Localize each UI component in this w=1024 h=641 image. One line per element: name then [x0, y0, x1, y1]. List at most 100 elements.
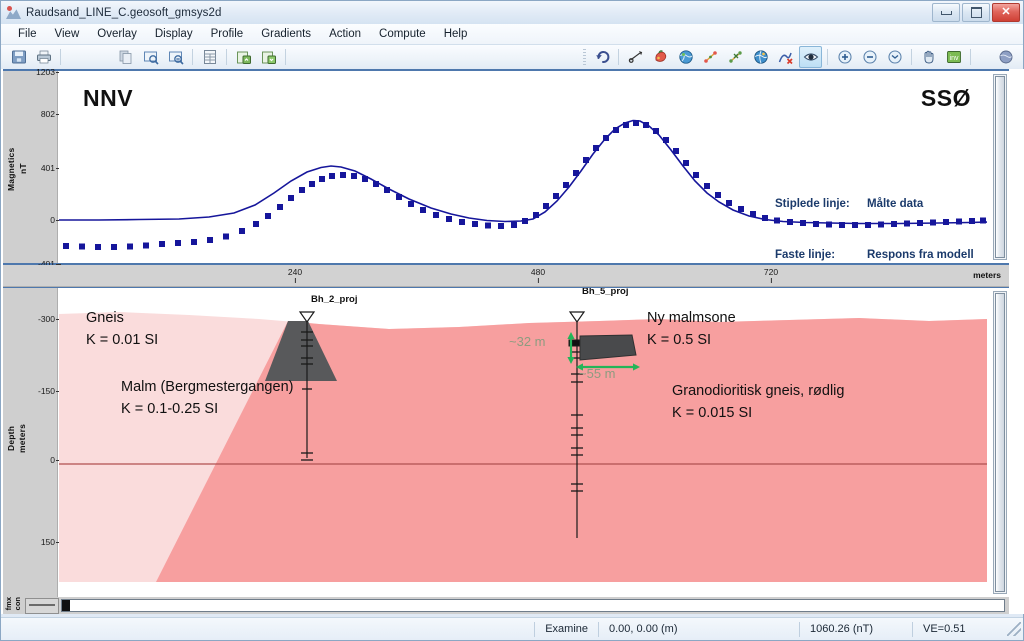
- status-coordinates: 0.00, 0.00 (m): [598, 621, 799, 637]
- zoom-out-icon[interactable]: [858, 46, 881, 68]
- x-axis-strip: 240 480 720 meters: [3, 265, 1009, 287]
- ny-malmsone-label-k: K = 0.5 SI: [647, 332, 712, 348]
- status-mode: Examine: [534, 621, 598, 637]
- maximize-icon: [970, 7, 982, 18]
- examine-icon[interactable]: [799, 46, 822, 68]
- table-icon[interactable]: [198, 46, 221, 68]
- borehole-label-bh5: Bh_5_proj: [582, 288, 629, 297]
- save-icon[interactable]: [7, 46, 30, 68]
- export-block-icon[interactable]: [257, 46, 280, 68]
- magnetics-axis-title: Magnetics: [6, 147, 16, 191]
- depth-ytick-m150: -150: [37, 386, 62, 396]
- menu-item-view[interactable]: View: [46, 26, 89, 42]
- magnetics-vertical-scrollbar[interactable]: [993, 74, 1007, 260]
- granodioritisk-label-k: K = 0.015 SI: [672, 405, 753, 421]
- menu-item-profile[interactable]: Profile: [202, 26, 253, 42]
- minimize-button[interactable]: [932, 3, 960, 22]
- close-icon: ✕: [1001, 6, 1011, 18]
- granodioritisk-label-name: Granodioritisk gneis, rødlig: [672, 383, 845, 399]
- horizontal-scrollbar[interactable]: [61, 599, 1005, 612]
- gneis-label: Gneis K = 0.01 SI: [86, 307, 158, 351]
- zoom-fit-icon[interactable]: [883, 46, 906, 68]
- add-point-icon[interactable]: [699, 46, 722, 68]
- malm-label: Malm (Bergmestergangen) K = 0.1-0.25 SI: [121, 376, 293, 420]
- xtick-480: 480: [530, 267, 546, 283]
- magnetics-scroll-thumb[interactable]: [995, 76, 1005, 258]
- resize-grip-icon[interactable]: [1007, 622, 1021, 636]
- gmsys-2d-window: Raudsand_LINE_C.geosoft_gmsys2d ✕ File V…: [0, 0, 1024, 641]
- magnetics-curves: [59, 119, 987, 250]
- magnetics-axis-unit: nT: [18, 163, 28, 175]
- depth-section-plot[interactable]: Gneis K = 0.01 SI Malm (Bergmestergangen…: [59, 288, 987, 597]
- depth-vertical-scrollbar[interactable]: [993, 291, 1007, 594]
- window-title: Raudsand_LINE_C.geosoft_gmsys2d: [26, 6, 222, 19]
- dimension-label-width: ~55 m: [579, 366, 616, 381]
- undo-icon[interactable]: [590, 46, 613, 68]
- magnetics-y-axis: Magnetics nT 1203 802 401 0 -401: [3, 67, 62, 269]
- menu-bar: File View Overlay Display Profile Gradie…: [1, 24, 1023, 45]
- horizontal-scroll-row: fmx con: [3, 597, 1009, 614]
- close-button[interactable]: ✕: [992, 3, 1020, 22]
- xtick-720: 720: [763, 267, 779, 283]
- magnetics-panel: Magnetics nT 1203 802 401 0 -401 NNV SSØ…: [3, 67, 1009, 269]
- depth-axis-title: Depth: [6, 425, 16, 451]
- delete-point-icon[interactable]: [724, 46, 747, 68]
- zoom-in-icon[interactable]: [833, 46, 856, 68]
- menu-item-overlay[interactable]: Overlay: [88, 26, 146, 42]
- curve-delete-icon[interactable]: [774, 46, 797, 68]
- workspace: Magnetics nT 1203 802 401 0 -401 NNV SSØ…: [1, 67, 1024, 614]
- status-bar: Examine 0.00, 0.00 (m) 1060.26 (nT) VE=0…: [1, 617, 1023, 640]
- scroll-left-stub[interactable]: [25, 597, 59, 614]
- maximize-button[interactable]: [962, 3, 990, 22]
- menu-item-help[interactable]: Help: [435, 26, 477, 42]
- toolbar: inv: [1, 45, 1023, 70]
- granodioritisk-label: Granodioritisk gneis, rødlig K = 0.015 S…: [672, 380, 844, 424]
- globe-icon[interactable]: [674, 46, 697, 68]
- globe-edit-icon[interactable]: [749, 46, 772, 68]
- dimension-label-thickness: ~32 m: [509, 334, 546, 349]
- zoom-region-icon[interactable]: [139, 46, 162, 68]
- magnetics-plot[interactable]: NNV SSØ Stiplede linje: Målte data Faste…: [59, 71, 987, 263]
- status-vertical-exaggeration: VE=0.51: [912, 621, 1007, 637]
- ny-malmsone-body: [579, 334, 637, 361]
- fmx-text: fmx: [4, 597, 13, 611]
- import-block-icon[interactable]: [232, 46, 255, 68]
- minimize-icon: [940, 10, 952, 15]
- depth-panel: Depth meters -300 -150 0 150 Gneis K = 0…: [3, 287, 1009, 597]
- print-icon[interactable]: [32, 46, 55, 68]
- svg-text:inv: inv: [949, 55, 958, 62]
- borehole-label-bh2: Bh_2_proj: [311, 294, 358, 305]
- depth-ytick-m300: -300: [37, 314, 62, 324]
- xtick-240: 240: [287, 267, 303, 283]
- inv-icon[interactable]: inv: [942, 46, 965, 68]
- gneis-label-name: Gneis: [86, 310, 124, 326]
- depth-scroll-thumb[interactable]: [995, 293, 1005, 592]
- pan-hand-icon[interactable]: [917, 46, 940, 68]
- ny-malmsone-label-name: Ny malmsone: [647, 310, 736, 326]
- con-text: con: [13, 597, 22, 611]
- magnetics-ytick-1203: 1203: [36, 67, 61, 77]
- status-value: 1060.26 (nT): [799, 621, 912, 637]
- move-node-icon[interactable]: [624, 46, 647, 68]
- add-block-icon[interactable]: [649, 46, 672, 68]
- depth-ytick-0: 0: [50, 455, 61, 465]
- depth-ytick-150: 150: [40, 537, 62, 547]
- fmx-con-label: fmx con: [3, 597, 23, 614]
- menu-item-compute[interactable]: Compute: [370, 26, 435, 42]
- title-bar: Raudsand_LINE_C.geosoft_gmsys2d ✕: [1, 1, 1023, 25]
- copy-icon[interactable]: [114, 46, 137, 68]
- gneis-label-k: K = 0.01 SI: [86, 332, 159, 348]
- window-controls: ✕: [932, 3, 1020, 22]
- menu-item-file[interactable]: File: [9, 26, 46, 42]
- menu-item-display[interactable]: Display: [146, 26, 202, 42]
- magnetics-ytick-0: 0: [50, 215, 61, 225]
- horizontal-scroll-thumb[interactable]: [62, 600, 70, 611]
- menu-item-action[interactable]: Action: [320, 26, 370, 42]
- menu-item-gradients[interactable]: Gradients: [252, 26, 320, 42]
- depth-y-axis: Depth meters -300 -150 0 150: [3, 288, 62, 597]
- malm-label-name: Malm (Bergmestergangen): [121, 379, 294, 395]
- malm-label-k: K = 0.1-0.25 SI: [121, 401, 219, 417]
- app-mountain-icon: [6, 5, 21, 20]
- zoom-out-region-icon[interactable]: [164, 46, 187, 68]
- help-globe-icon[interactable]: [994, 46, 1017, 68]
